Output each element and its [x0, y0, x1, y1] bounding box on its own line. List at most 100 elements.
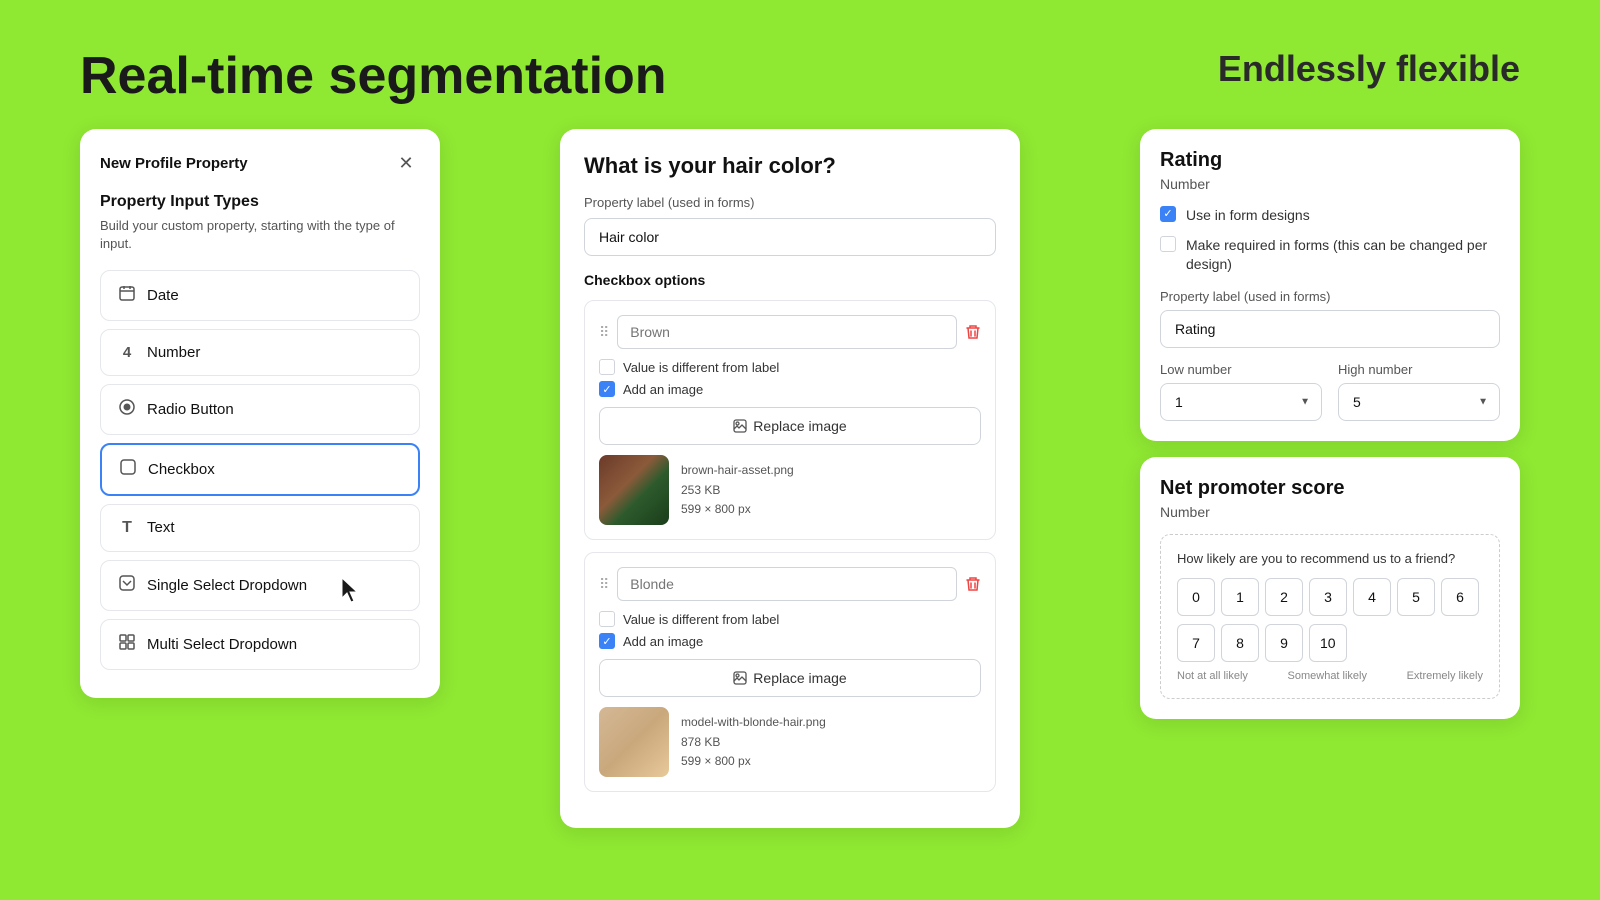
number-range-row: Low number 1 0 High number 5 10: [1160, 362, 1500, 421]
image-preview-blonde: model-with-blonde-hair.png 878 KB 599 × …: [599, 707, 981, 777]
hair-blonde-thumbnail: [599, 707, 669, 777]
low-number-select[interactable]: 1 0: [1160, 383, 1322, 421]
option-input-brown[interactable]: [617, 315, 957, 349]
nps-num-2[interactable]: 2: [1265, 578, 1303, 616]
property-item-multi-select[interactable]: Multi Select Dropdown: [100, 619, 420, 670]
value-diff-row-brown: Value is different from label: [599, 359, 981, 375]
property-item-text[interactable]: T Text: [100, 504, 420, 552]
checkbox-option-blonde: ⠿ Value is different from label Add an i…: [584, 552, 996, 792]
drag-handle-blonde[interactable]: ⠿: [599, 576, 609, 593]
nps-num-5[interactable]: 5: [1397, 578, 1435, 616]
image-filename-blonde: model-with-blonde-hair.png: [681, 713, 826, 732]
delete-blonde-button[interactable]: [965, 576, 981, 592]
middle-panel: What is your hair color? Property label …: [560, 129, 1020, 828]
add-image-checkbox-brown[interactable]: [599, 381, 615, 397]
delete-brown-button[interactable]: [965, 324, 981, 340]
image-info-blonde: model-with-blonde-hair.png 878 KB 599 × …: [681, 713, 826, 771]
make-required-checkbox[interactable]: [1160, 236, 1176, 252]
add-image-row-brown: Add an image: [599, 381, 981, 397]
low-number-label: Low number: [1160, 362, 1322, 377]
property-label-text: Property label (used in forms): [584, 195, 996, 210]
value-diff-row-blonde: Value is different from label: [599, 611, 981, 627]
option-row-brown: ⠿: [599, 315, 981, 349]
page-header: Real-time segmentation Endlessly flexibl…: [0, 0, 1600, 129]
value-diff-label-brown: Value is different from label: [623, 360, 779, 375]
nps-question-text: How likely are you to recommend us to a …: [1177, 551, 1483, 566]
add-image-checkbox-blonde[interactable]: [599, 633, 615, 649]
property-item-single-select[interactable]: Single Select Dropdown: [100, 560, 420, 611]
nps-num-1[interactable]: 1: [1221, 578, 1259, 616]
panel-description: Build your custom property, starting wit…: [100, 217, 420, 253]
high-number-select-wrapper: 5 10: [1338, 383, 1500, 421]
high-number-select[interactable]: 5 10: [1338, 383, 1500, 421]
value-diff-label-blonde: Value is different from label: [623, 612, 779, 627]
left-panel-header: New Profile Property ✕: [100, 149, 420, 177]
right-panels: Rating Number Use in form designs Make r…: [1140, 129, 1520, 719]
panels-container: New Profile Property ✕ Property Input Ty…: [0, 129, 1600, 828]
image-preview-brown: brown-hair-asset.png 253 KB 599 × 800 px: [599, 455, 981, 525]
make-required-label: Make required in forms (this can be chan…: [1186, 236, 1500, 275]
rating-card: Rating Number Use in form designs Make r…: [1140, 129, 1520, 441]
use-in-form-label: Use in form designs: [1186, 206, 1310, 226]
checkbox-icon: [118, 459, 138, 480]
multi-select-icon: [117, 634, 137, 655]
option-input-blonde[interactable]: [617, 567, 957, 601]
date-label: Date: [147, 287, 179, 304]
replace-image-label-brown: Replace image: [753, 418, 846, 434]
single-select-icon: [117, 575, 137, 596]
replace-image-button-brown[interactable]: Replace image: [599, 407, 981, 445]
nps-label-middle: Somewhat likely: [1288, 670, 1367, 682]
property-item-date[interactable]: Date: [100, 270, 420, 321]
property-item-checkbox[interactable]: Checkbox: [100, 443, 420, 496]
value-diff-checkbox-blonde[interactable]: [599, 611, 615, 627]
multi-select-label: Multi Select Dropdown: [147, 636, 297, 653]
checkbox-label: Checkbox: [148, 461, 215, 478]
value-diff-checkbox-brown[interactable]: [599, 359, 615, 375]
checkbox-options-label: Checkbox options: [584, 272, 996, 288]
nps-card-title: Net promoter score: [1160, 477, 1500, 500]
hair-brown-thumbnail: [599, 455, 669, 525]
prop-label-title: Property label (used in forms): [1160, 289, 1500, 304]
property-item-number[interactable]: 4 Number: [100, 329, 420, 376]
nps-num-10[interactable]: 10: [1309, 624, 1347, 662]
add-image-label-brown: Add an image: [623, 382, 703, 397]
nps-num-9[interactable]: 9: [1265, 624, 1303, 662]
nps-num-8[interactable]: 8: [1221, 624, 1259, 662]
nps-num-3[interactable]: 3: [1309, 578, 1347, 616]
nps-num-7[interactable]: 7: [1177, 624, 1215, 662]
page-subtitle: Endlessly flexible: [1218, 48, 1520, 90]
date-icon: [117, 285, 137, 306]
nps-num-6[interactable]: 6: [1441, 578, 1479, 616]
use-in-form-row: Use in form designs: [1160, 206, 1500, 226]
number-label: Number: [147, 344, 200, 361]
image-info-brown: brown-hair-asset.png 253 KB 599 × 800 px: [681, 461, 794, 519]
high-number-label: High number: [1338, 362, 1500, 377]
nps-card-subtitle: Number: [1160, 504, 1500, 520]
nps-numbers-row2: 7 8 9 10: [1177, 624, 1483, 662]
checkbox-option-brown: ⠿ Value is different from label Add an i…: [584, 300, 996, 540]
nps-numbers-row1: 0 1 2 3 4 5 6: [1177, 578, 1483, 616]
left-panel-title: New Profile Property: [100, 155, 248, 172]
nps-num-0[interactable]: 0: [1177, 578, 1215, 616]
low-number-select-wrapper: 1 0: [1160, 383, 1322, 421]
nps-num-4[interactable]: 4: [1353, 578, 1391, 616]
use-in-form-checkbox[interactable]: [1160, 206, 1176, 222]
drag-handle-brown[interactable]: ⠿: [599, 324, 609, 341]
prop-label-input[interactable]: [1160, 310, 1500, 348]
property-item-radio[interactable]: Radio Button: [100, 384, 420, 435]
replace-image-button-blonde[interactable]: Replace image: [599, 659, 981, 697]
radio-label: Radio Button: [147, 401, 234, 418]
low-number-group: Low number 1 0: [1160, 362, 1322, 421]
left-panel: New Profile Property ✕ Property Input Ty…: [80, 129, 440, 697]
text-icon: T: [117, 519, 137, 537]
make-required-row: Make required in forms (this can be chan…: [1160, 236, 1500, 275]
replace-image-label-blonde: Replace image: [753, 670, 846, 686]
cursor: [338, 576, 362, 611]
close-button[interactable]: ✕: [392, 149, 420, 177]
add-image-row-blonde: Add an image: [599, 633, 981, 649]
single-select-label: Single Select Dropdown: [147, 577, 307, 594]
image-size-blonde: 878 KB: [681, 733, 826, 752]
nps-question-block: How likely are you to recommend us to a …: [1160, 534, 1500, 699]
property-label-input[interactable]: [584, 218, 996, 256]
radio-icon: [117, 399, 137, 420]
